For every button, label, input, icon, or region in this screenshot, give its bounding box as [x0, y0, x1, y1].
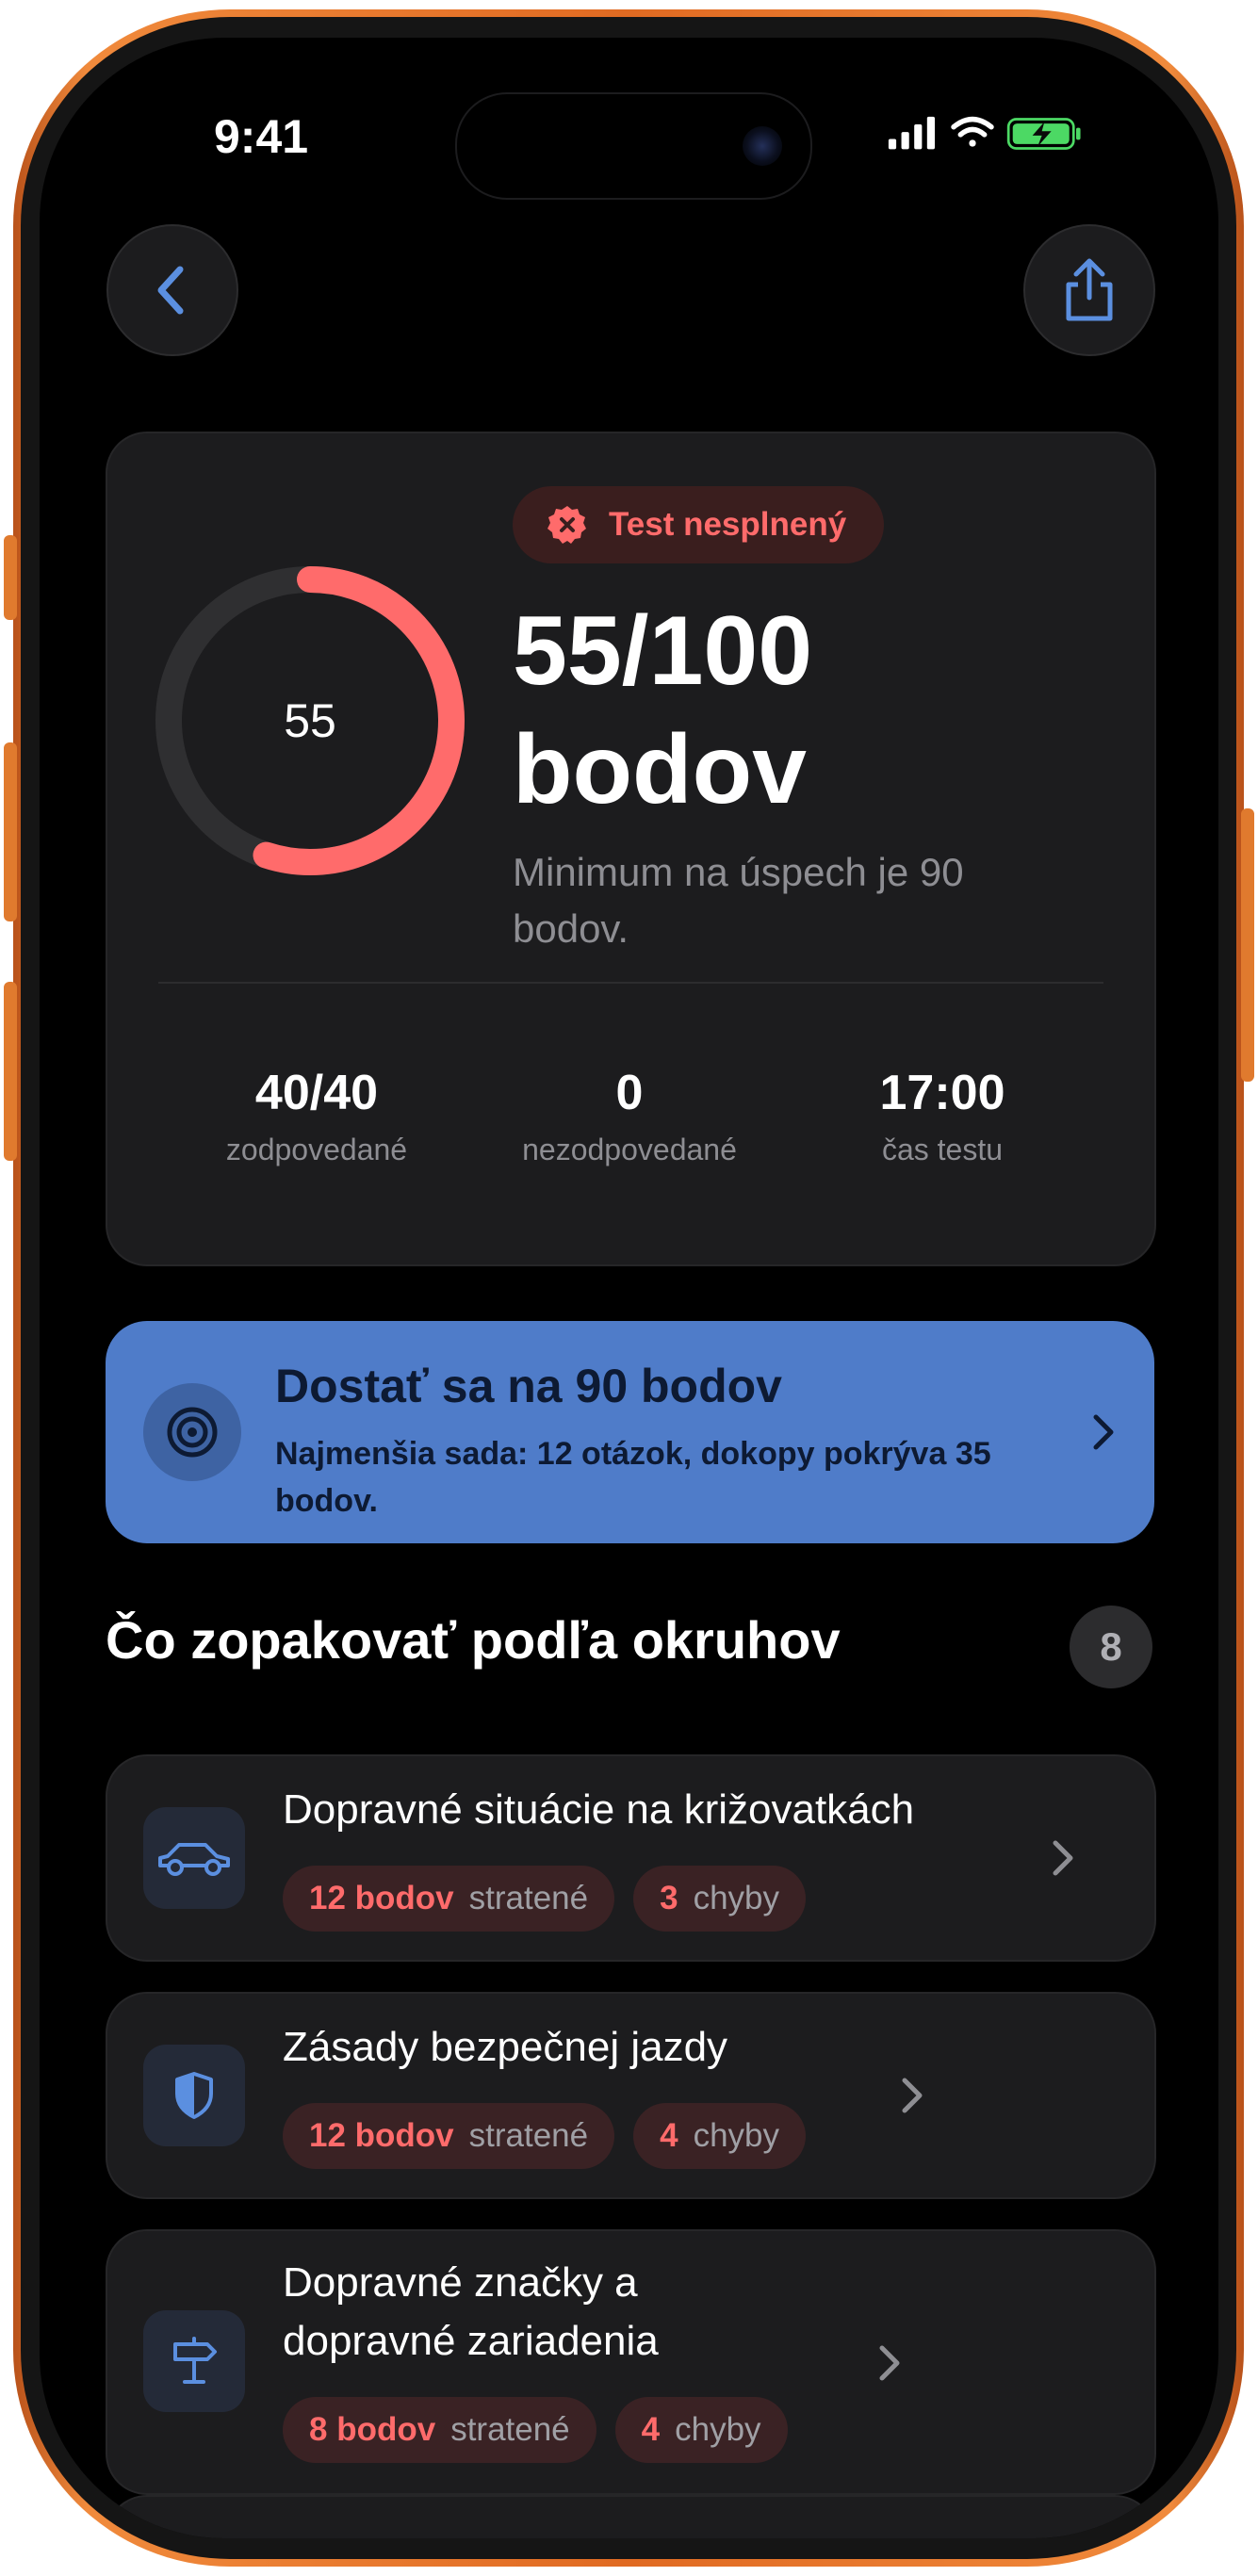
- points-lost-pill: 8 bodov stratené: [283, 2397, 596, 2463]
- topic-item-traffic-signs[interactable]: Dopravné značky a dopravné zariadenia 8 …: [106, 2229, 1156, 2495]
- volume-up-button: [4, 742, 17, 921]
- errors-label: chyby: [693, 1880, 780, 1916]
- goal-subtitle: Najmenšia sada: 12 otázok, dokopy pokrýv…: [275, 1436, 991, 1519]
- battery-icon: [1006, 118, 1081, 150]
- score-title: 55/100 bodov: [513, 592, 1116, 829]
- score-unit: bodov: [513, 715, 807, 824]
- chevron-right-icon: [1093, 1414, 1114, 1450]
- chevron-right-icon: [879, 2345, 900, 2381]
- volume-down-button: [4, 982, 17, 1161]
- share-icon: [1066, 258, 1113, 321]
- errors-label: chyby: [693, 2117, 780, 2154]
- status-time: 9:41: [214, 110, 309, 163]
- topic-title: Zásady bezpečnej jazdy: [283, 2024, 728, 2070]
- target-icon: [143, 1383, 241, 1481]
- stat-label: čas testu: [881, 1133, 1004, 1166]
- signpost-icon: [143, 2310, 245, 2412]
- errors-label: chyby: [675, 2411, 761, 2448]
- minimum-text: Minimum na úspech je 90 bodov.: [513, 850, 964, 951]
- topic-count-badge: 8: [1070, 1606, 1152, 1688]
- status-bar: 9:41: [40, 38, 1218, 200]
- topic-pills: 12 bodov stratené 3 chyby: [283, 1866, 807, 1932]
- result-card: 55 Test nesplnený 55/100 bodov Minimum n…: [106, 432, 1156, 1266]
- section-title: Čo zopakovať podľa okruhov: [106, 1610, 841, 1670]
- errors-pill: 3 chyby: [633, 1866, 807, 1932]
- status-badge-label: Test nesplnený: [609, 506, 847, 543]
- screen: 9:41 55 Test nesplnený 55/100 bodov Mini…: [40, 38, 1218, 2538]
- points-lost-pill: 12 bodov stratené: [283, 2103, 615, 2169]
- next-card-peek: [106, 2495, 1156, 2538]
- share-button[interactable]: [1023, 224, 1155, 356]
- stat-answered: 40/40 zodpovedané: [166, 1065, 467, 1167]
- points-lost-label: stratené: [450, 2411, 570, 2448]
- chevron-left-icon: [157, 266, 184, 315]
- points-lost-label: stratené: [468, 1880, 589, 1916]
- score-fraction: 55/100: [513, 596, 813, 706]
- goal-title: Dostať sa na 90 bodov: [275, 1360, 782, 1412]
- shield-icon: [143, 2045, 245, 2146]
- errors-value: 3: [660, 1880, 678, 1916]
- stat-value: 40/40: [254, 1066, 379, 1120]
- topic-title: Dopravné značky a dopravné zariadenia: [283, 2259, 659, 2364]
- goal-card[interactable]: Dostať sa na 90 bodov Najmenšia sada: 12…: [106, 1321, 1154, 1543]
- failed-badge-icon: [547, 506, 586, 544]
- errors-value: 4: [641, 2411, 661, 2448]
- front-camera: [743, 126, 782, 166]
- topic-title: Dopravné situácie na križovatkách: [283, 1786, 915, 1833]
- signal-icon: [888, 116, 935, 150]
- topic-item-safe-driving[interactable]: Zásady bezpečnej jazdy 12 bodov stratené…: [106, 1992, 1156, 2199]
- stat-label: nezodpovedané: [522, 1133, 737, 1166]
- points-lost-pill: 12 bodov stratené: [283, 1866, 615, 1932]
- stat-label: zodpovedané: [225, 1133, 408, 1166]
- divider: [158, 982, 1103, 984]
- topic-item-crossroads[interactable]: Dopravné situácie na križovatkách 12 bod…: [106, 1754, 1156, 1962]
- action-button: [4, 535, 17, 620]
- topic-pills: 12 bodov stratené 4 chyby: [283, 2103, 807, 2169]
- chevron-right-icon: [902, 2078, 923, 2113]
- errors-pill: 4 chyby: [633, 2103, 807, 2169]
- topic-pills: 8 bodov stratené 4 chyby: [283, 2397, 788, 2463]
- points-lost-value: 12 bodov: [309, 1880, 454, 1916]
- stat-value: 17:00: [879, 1066, 1005, 1120]
- car-icon: [143, 1807, 245, 1909]
- status-icons: [888, 116, 1081, 150]
- points-lost-value: 8 bodov: [309, 2411, 436, 2448]
- chevron-right-icon: [1053, 1840, 1073, 1876]
- points-lost-label: stratené: [468, 2117, 589, 2154]
- power-button: [1241, 808, 1254, 1082]
- errors-value: 4: [660, 2117, 678, 2154]
- errors-pill: 4 chyby: [614, 2397, 788, 2463]
- gauge-value: 55: [284, 694, 336, 747]
- stat-value: 0: [615, 1066, 644, 1120]
- back-button[interactable]: [106, 224, 238, 356]
- stat-unanswered: 0 nezodpovedané: [479, 1065, 780, 1167]
- status-badge: Test nesplnený: [513, 486, 885, 563]
- wifi-icon: [951, 116, 994, 147]
- points-lost-value: 12 bodov: [309, 2117, 454, 2154]
- stat-test-time: 17:00 čas testu: [792, 1065, 1093, 1167]
- dynamic-island: [455, 92, 812, 200]
